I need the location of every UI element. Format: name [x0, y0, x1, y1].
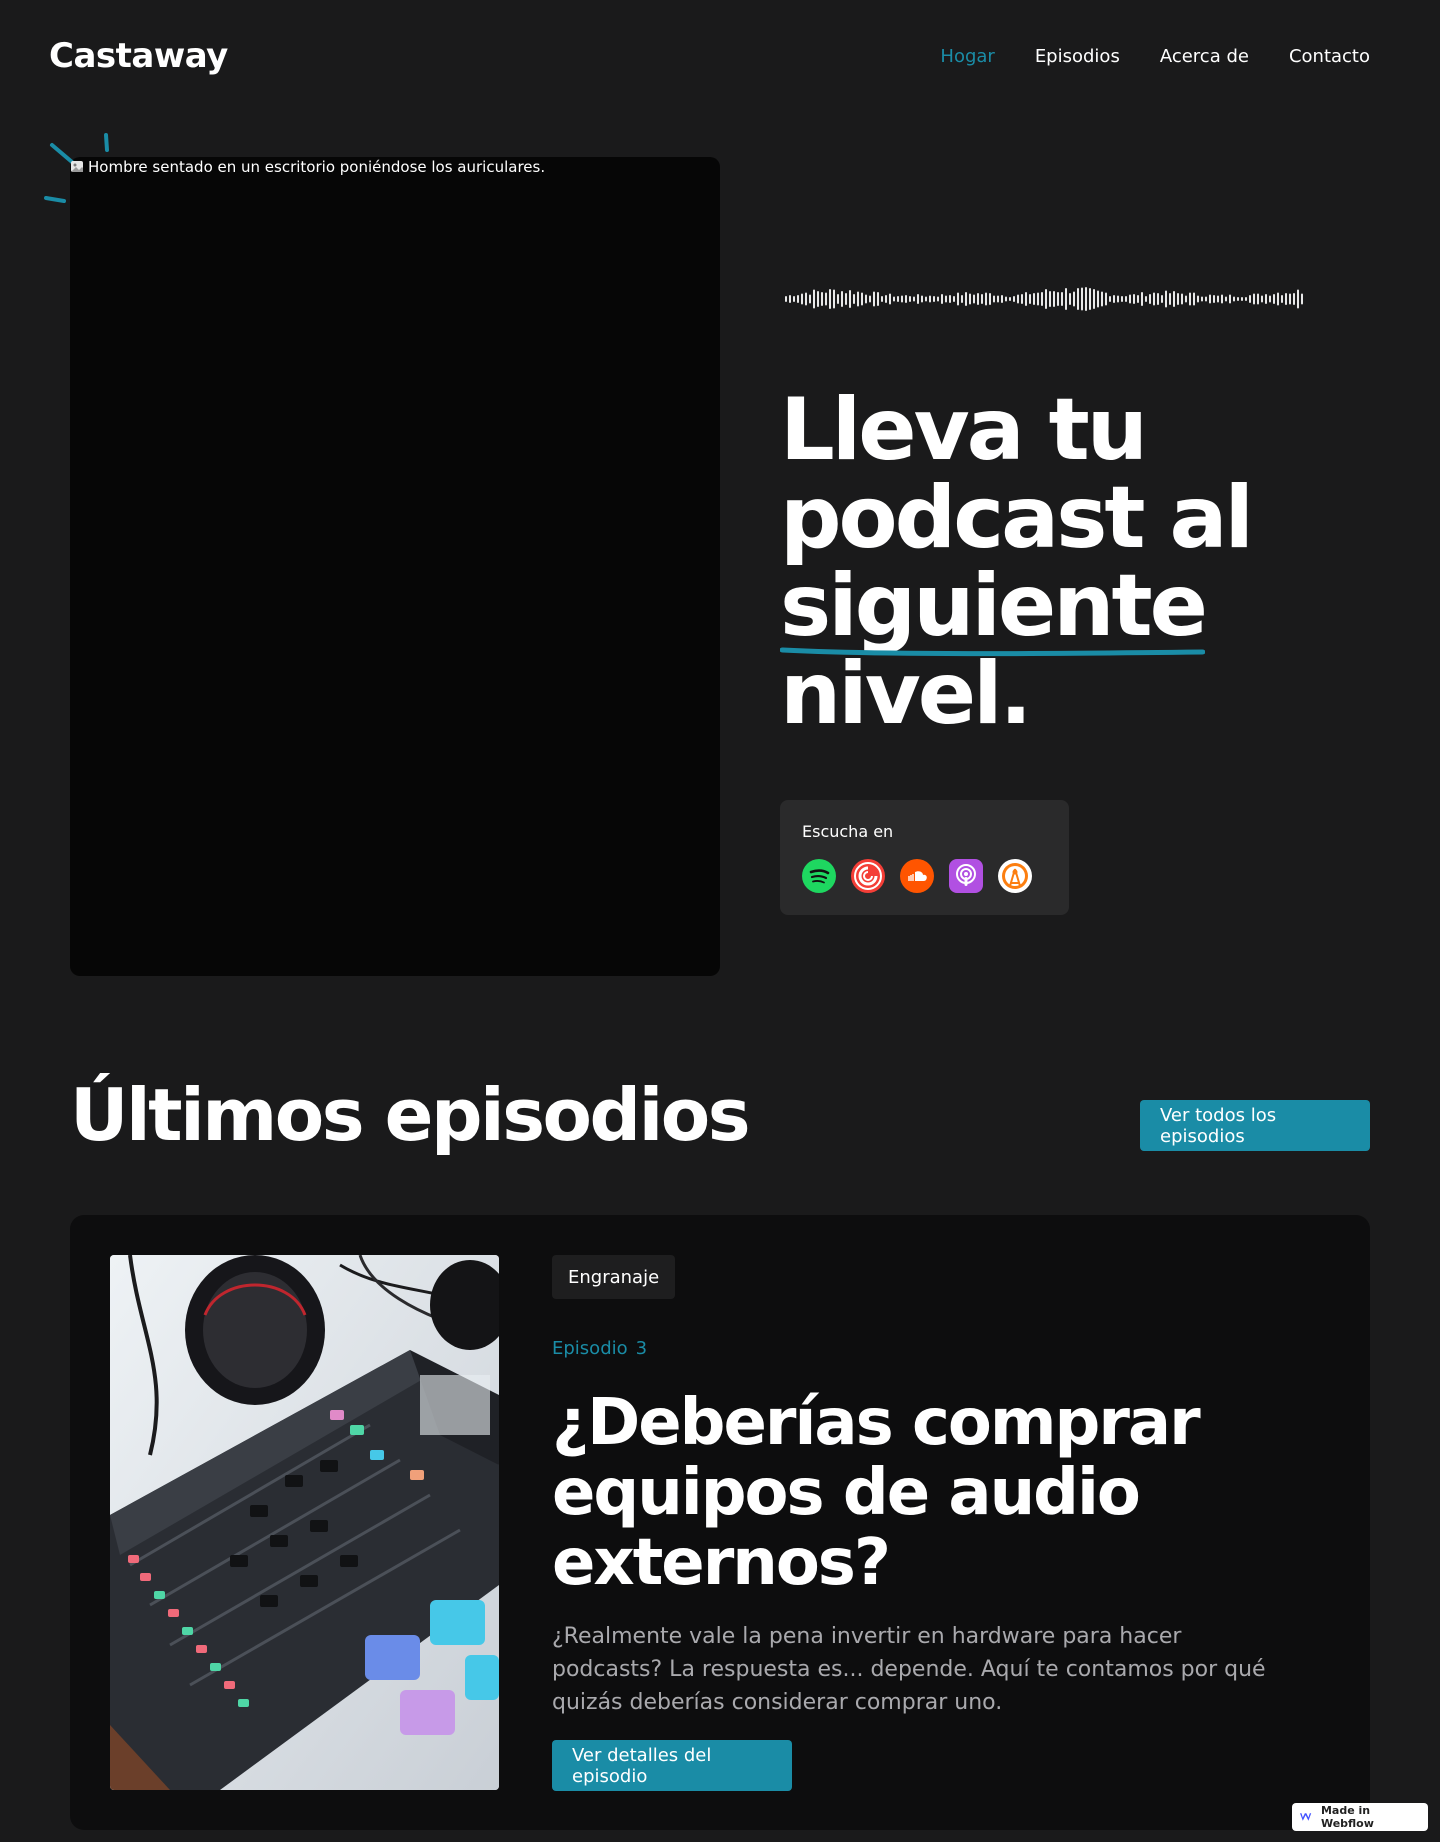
episode-number-value: 3: [635, 1338, 648, 1359]
episode-number: Episodio 3: [552, 1338, 647, 1359]
listen-on-card: Escucha en: [780, 800, 1069, 915]
made-in-webflow-badge[interactable]: Made in Webflow: [1292, 1803, 1428, 1831]
hero-title-line-3: siguiente: [780, 556, 1208, 656]
underline-stroke: [780, 647, 1205, 657]
soundcloud-icon[interactable]: [900, 859, 934, 893]
hero-title-line-2: podcast al: [780, 468, 1254, 568]
apple-podcasts-icon[interactable]: [949, 859, 983, 893]
episode-details-button[interactable]: Ver detalles del episodio: [552, 1740, 792, 1791]
listen-on-label: Escucha en: [802, 822, 894, 841]
nav-link-contact[interactable]: Contacto: [1289, 46, 1370, 67]
episode-description: ¿Realmente vale la pena invertir en hard…: [552, 1624, 1266, 1715]
episode-number-prefix: Episodio: [552, 1338, 628, 1359]
top-nav: Castaway Hogar Episodios Acerca de Conta…: [0, 0, 1440, 112]
episode-category-tag[interactable]: Engranaje: [552, 1255, 676, 1299]
hero-title-line-1: Lleva tu: [780, 380, 1148, 480]
latest-episodes-title: Últimos episodios: [70, 1073, 751, 1157]
spotify-icon[interactable]: [802, 859, 836, 893]
webflow-badge-label: Made in Webflow: [1320, 1804, 1374, 1830]
platform-links: [802, 859, 1047, 893]
episode-card: Engranaje Episodio 3 ¿Deberías comprar e…: [70, 1215, 1370, 1830]
nav-link-episodes[interactable]: Episodios: [1035, 46, 1120, 67]
nav-link-about[interactable]: Acerca de: [1160, 46, 1249, 67]
hero-image-alt-text: Hombre sentado en un escritorio poniéndo…: [70, 158, 545, 176]
hero-title-line-4: nivel.: [780, 644, 1032, 744]
hero-image-alt-label: Hombre sentado en un escritorio poniéndo…: [88, 158, 546, 176]
broken-image-icon: [70, 159, 86, 175]
audio-waveform-graphic: [785, 287, 1303, 311]
nav-links: Hogar Episodios Acerca de Contacto: [940, 46, 1370, 67]
episode-image: [110, 1255, 499, 1790]
view-all-episodes-button[interactable]: Ver todos los episodios: [1140, 1100, 1370, 1151]
episode-title[interactable]: ¿Deberías comprar equipos de audio exter…: [552, 1388, 1232, 1598]
nav-link-home[interactable]: Hogar: [940, 46, 994, 67]
brand-logo[interactable]: Castaway: [49, 36, 228, 76]
hero-image: [70, 157, 720, 976]
pocketcasts-icon[interactable]: [851, 859, 885, 893]
hero-title-highlight: siguiente: [780, 562, 1208, 657]
overcast-icon[interactable]: [998, 859, 1032, 893]
webflow-logo-icon: [1300, 1813, 1312, 1821]
hero-title: Lleva tu podcast al siguiente nivel.: [780, 386, 1300, 738]
